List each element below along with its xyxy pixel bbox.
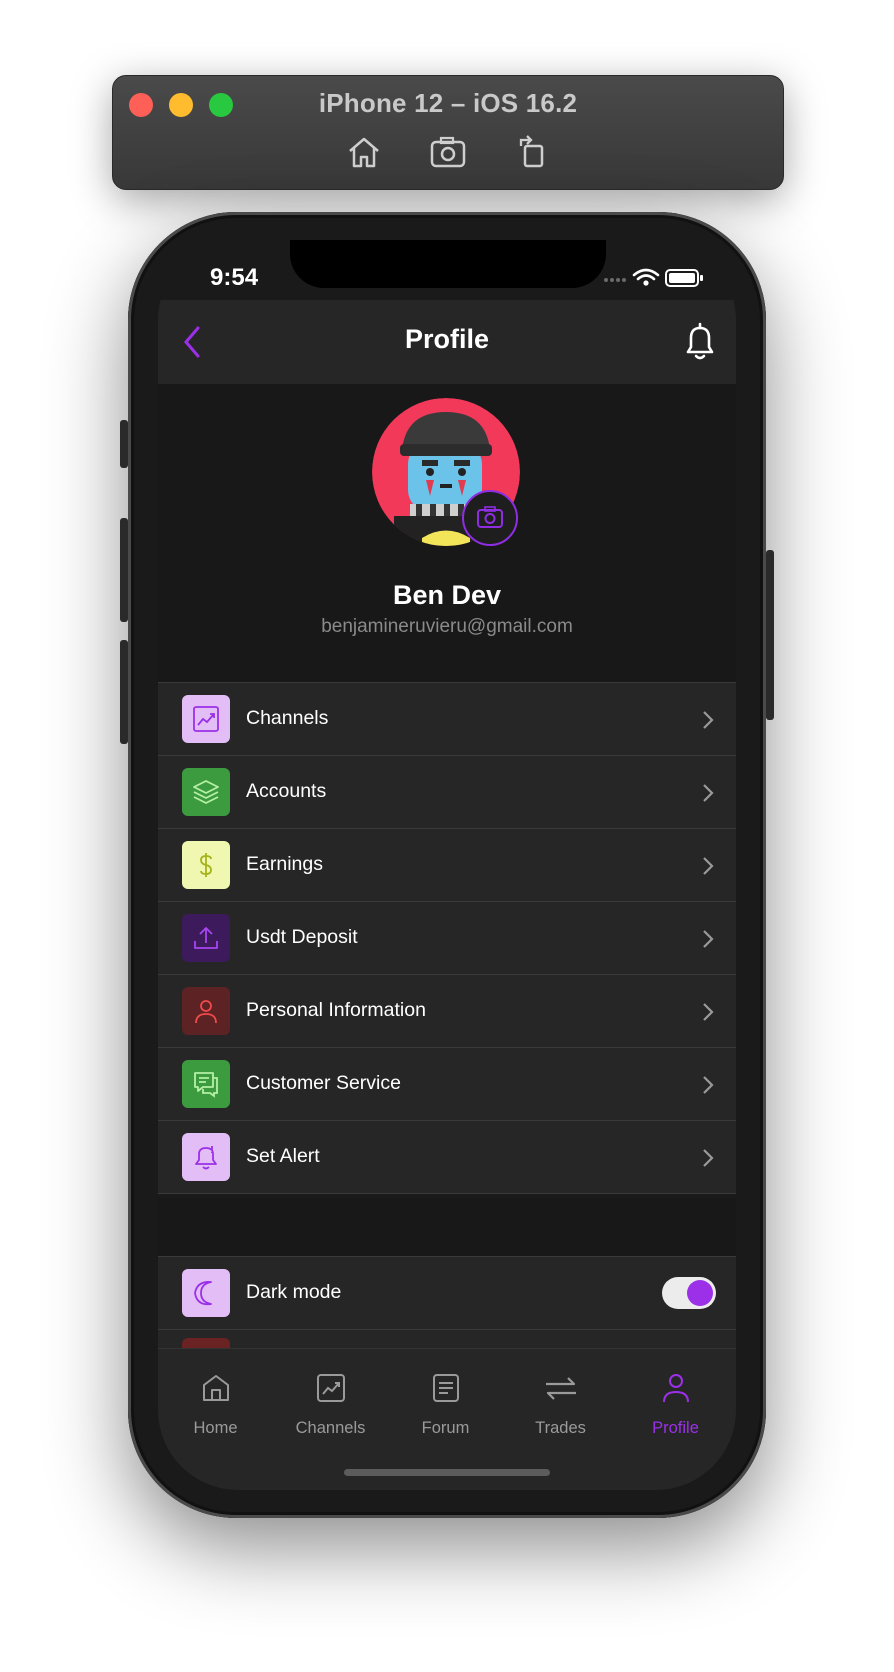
wifi-icon xyxy=(632,268,660,281)
dollar-icon xyxy=(182,841,230,889)
document-icon xyxy=(433,1374,459,1402)
menu-item-set-alert[interactable]: Set Alert xyxy=(158,1120,736,1194)
chevron-right-icon xyxy=(703,1003,714,1021)
profile-header: Profile xyxy=(158,300,736,384)
chevron-right-icon xyxy=(703,857,714,875)
tab-label: Trades xyxy=(535,1419,586,1437)
user-name: Ben Dev xyxy=(392,580,502,610)
signal-icon xyxy=(604,278,626,282)
moon-icon xyxy=(182,1269,230,1317)
menu-item-label: Accounts xyxy=(246,780,327,802)
bell-icon xyxy=(686,322,714,360)
chevron-right-icon xyxy=(703,1149,714,1167)
user-email: benjamineruvieru@gmail.com xyxy=(321,616,573,637)
home-icon[interactable] xyxy=(344,134,384,170)
menu-item-channels[interactable]: Channels xyxy=(158,682,736,755)
tab-home[interactable]: Home xyxy=(158,1349,273,1449)
status-time: 9:54 xyxy=(210,264,259,291)
chevron-right-icon xyxy=(703,784,714,802)
menu-item-accounts[interactable]: Accounts xyxy=(158,755,736,828)
status-indicators xyxy=(600,266,710,295)
menu-item-label: Usdt Deposit xyxy=(246,926,358,948)
camera-icon xyxy=(477,506,503,528)
home-indicator[interactable] xyxy=(344,1469,550,1476)
tab-label: Profile xyxy=(652,1419,699,1437)
page-title: Profile xyxy=(404,324,490,354)
profile-summary: Ben Dev benjamineruvieru@gmail.com xyxy=(158,384,736,682)
simulator-title: iPhone 12 – iOS 16.2 xyxy=(318,88,578,118)
arrows-icon xyxy=(546,1377,576,1400)
dark-mode-toggle[interactable] xyxy=(662,1277,716,1309)
simulator-toolbar: iPhone 12 – iOS 16.2 xyxy=(112,75,784,190)
menu-item-usdt-deposit[interactable]: Usdt Deposit xyxy=(158,901,736,974)
notch xyxy=(290,240,606,288)
profile-menu: Channels Accounts Earnings Usdt Deposit xyxy=(158,682,736,1194)
menu-item-earnings[interactable]: Earnings xyxy=(158,828,736,901)
dark-mode-row: Dark mode xyxy=(158,1256,736,1330)
tab-label: Forum xyxy=(421,1419,470,1437)
chevron-right-icon xyxy=(703,711,714,729)
menu-item-label: Customer Service xyxy=(246,1072,401,1094)
menu-item-label: Earnings xyxy=(246,853,323,875)
notifications-button[interactable] xyxy=(680,320,720,364)
menu-item-personal-information[interactable]: Personal Information xyxy=(158,974,736,1047)
tab-label: Home xyxy=(193,1419,238,1437)
toggle-knob xyxy=(687,1280,713,1306)
tab-label: Channels xyxy=(295,1419,366,1437)
change-photo-button[interactable] xyxy=(462,490,518,546)
upload-icon xyxy=(182,914,230,962)
menu-item-label: Channels xyxy=(246,707,329,729)
layers-icon xyxy=(182,768,230,816)
menu-item-partial[interactable] xyxy=(158,1330,736,1350)
user-icon xyxy=(663,1374,689,1403)
home-icon xyxy=(203,1375,229,1401)
screenshot-icon[interactable] xyxy=(428,134,468,170)
bell-alert-icon xyxy=(182,1133,230,1181)
mute-switch xyxy=(120,420,128,468)
chart-icon xyxy=(182,695,230,743)
chart-icon xyxy=(317,1374,345,1402)
avatar-container xyxy=(372,398,520,546)
chevron-right-icon xyxy=(703,1076,714,1094)
volume-down-button xyxy=(120,640,128,744)
menu-item-label: Set Alert xyxy=(246,1145,320,1167)
rotate-icon[interactable] xyxy=(512,134,552,170)
battery-icon xyxy=(665,269,703,287)
side-button xyxy=(766,550,774,720)
phone-screen: 9:54 Profile Ben Dev benjamineruvieru@gm… xyxy=(158,240,736,1490)
user-icon xyxy=(182,987,230,1035)
menu-item-customer-service[interactable]: Customer Service xyxy=(158,1047,736,1120)
menu-item-label: Personal Information xyxy=(246,999,426,1021)
tab-trades[interactable]: Trades xyxy=(503,1349,618,1449)
tab-profile[interactable]: Profile xyxy=(618,1349,733,1449)
section-gap xyxy=(158,1198,736,1256)
chat-icon xyxy=(182,1060,230,1108)
tab-channels[interactable]: Channels xyxy=(273,1349,388,1449)
chevron-right-icon xyxy=(703,930,714,948)
volume-up-button xyxy=(120,518,128,622)
tab-forum[interactable]: Forum xyxy=(388,1349,503,1449)
dark-mode-label: Dark mode xyxy=(246,1281,342,1303)
